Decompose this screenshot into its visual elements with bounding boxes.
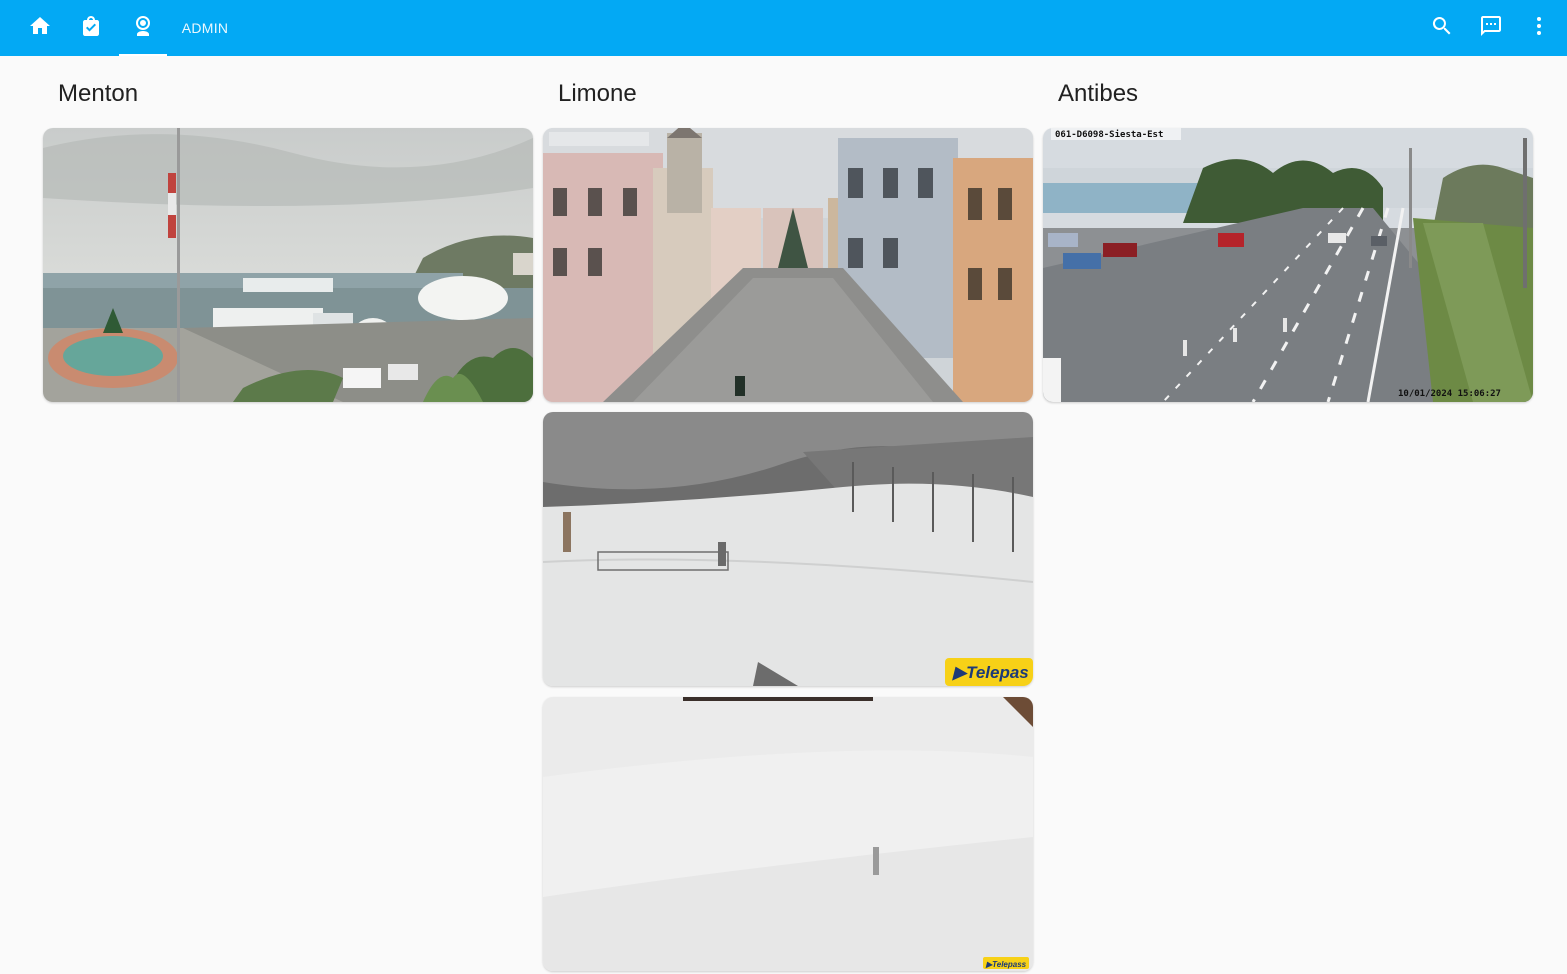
tab-webcams[interactable]: [119, 0, 167, 56]
column-title-antibes: Antibes: [1058, 80, 1139, 107]
search-icon: [1430, 14, 1454, 43]
chat-button[interactable]: [1467, 4, 1515, 52]
camera-label-antibes: 061-D6098-Siesta-Est: [1055, 129, 1163, 140]
camera-image-antibes-road: 061-D6098-Siesta-Est 10/01/2024 15:06:27: [1043, 128, 1533, 402]
column-title-limone: Limone: [558, 80, 637, 107]
camera-image-limone-square: [543, 128, 1033, 402]
tab-shopping[interactable]: [67, 0, 115, 56]
camera-image-menton-harbor: [43, 128, 533, 402]
column-title-menton: Menton: [58, 80, 139, 107]
more-options-button[interactable]: [1515, 4, 1563, 52]
camera-card-menton-harbor[interactable]: [43, 128, 533, 402]
camera-image-limone-fog: ▶Telepass: [543, 697, 1033, 971]
tab-admin[interactable]: ADMIN: [170, 0, 240, 56]
telepass-logo-small: ▶Telepass: [985, 960, 1027, 969]
chat-icon: [1479, 14, 1503, 43]
camera-card-limone-slope[interactable]: ▶Telepas: [543, 412, 1033, 686]
tab-home[interactable]: [16, 0, 64, 56]
camera-card-antibes-road[interactable]: 061-D6098-Siesta-Est 10/01/2024 15:06:27: [1043, 128, 1533, 402]
camera-card-limone-fog[interactable]: ▶Telepass: [543, 697, 1033, 971]
active-tab-indicator: [119, 54, 167, 56]
camera-card-limone-square[interactable]: [543, 128, 1033, 402]
top-app-bar: ADMIN: [0, 0, 1567, 56]
search-button[interactable]: [1418, 4, 1466, 52]
shopping-bag-icon: [79, 14, 103, 43]
telepass-logo: ▶Telepas: [952, 663, 1029, 682]
camera-timestamp-antibes: 10/01/2024 15:06:27: [1398, 389, 1501, 399]
webcam-icon: [131, 14, 155, 43]
home-icon: [28, 14, 52, 43]
camera-image-limone-slope: ▶Telepas: [543, 412, 1033, 686]
more-vertical-icon: [1527, 14, 1551, 43]
